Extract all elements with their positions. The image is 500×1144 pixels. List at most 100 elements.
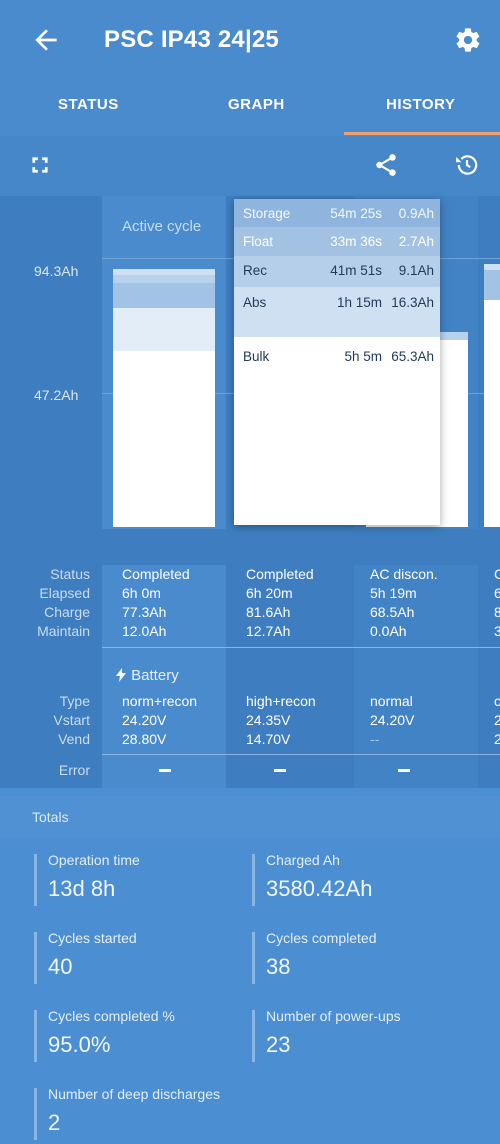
bar-segment-bulk xyxy=(484,300,500,527)
phase-breakdown-popup[interactable]: Storage 54m 25s 0.9Ah Float 33m 36s 2.7A… xyxy=(234,199,440,525)
history-icon[interactable] xyxy=(454,152,480,178)
bar-segment-abs xyxy=(113,308,215,351)
cycle-maintain: 12.0Ah xyxy=(122,623,167,639)
phase-name: Abs xyxy=(243,295,267,310)
cycle-status: Completed xyxy=(122,566,190,582)
row-label-error: Error xyxy=(58,762,90,778)
phase-name: Bulk xyxy=(243,349,270,364)
tab-graph[interactable]: GRAPH xyxy=(228,96,285,113)
cycle-charge: 81.6Ah xyxy=(246,604,291,620)
stat-label: Charged Ah xyxy=(266,852,340,868)
totals-title: Totals xyxy=(32,809,69,825)
battery-section-header: Battery xyxy=(115,667,179,684)
tab-bar: STATUS GRAPH HISTORY xyxy=(0,84,500,136)
phase-name: Rec xyxy=(243,263,268,278)
bar-segment-bulk xyxy=(113,351,215,527)
cycle-bar[interactable] xyxy=(484,264,500,527)
phase-name: Storage xyxy=(243,206,291,221)
totals-panel: Operation time 13d 8h Charged Ah 3580.42… xyxy=(0,838,500,1144)
phase-row-rec: Rec 41m 51s 9.1Ah xyxy=(234,256,440,287)
lightning-icon xyxy=(116,668,126,682)
cycle-status: AC discon. xyxy=(370,566,438,582)
tab-status[interactable]: STATUS xyxy=(58,96,119,113)
page-title: PSC IP43 24|25 xyxy=(104,26,279,53)
battery-vend: -- xyxy=(370,731,380,747)
error-none xyxy=(274,769,286,772)
cycle-charge: 68.5Ah xyxy=(370,604,415,620)
stat-value: 13d 8h xyxy=(48,876,116,901)
battery-vend: 14.70V xyxy=(246,731,291,747)
stat-label: Cycles started xyxy=(48,930,137,946)
phase-duration: 5h 5m xyxy=(344,349,382,364)
battery-type: c xyxy=(494,693,500,709)
battery-label: Battery xyxy=(131,667,179,684)
battery-vstart: 24.20V xyxy=(122,712,167,728)
stat-label: Cycles completed xyxy=(266,930,377,946)
phase-row-float: Float 33m 36s 2.7Ah xyxy=(234,227,440,256)
cycle-details-table: Status Elapsed Charge Maintain Battery T… xyxy=(0,565,500,788)
battery-type: normal xyxy=(370,693,413,709)
section-divider xyxy=(102,647,500,648)
cycle-maintain: 0.0Ah xyxy=(370,623,407,639)
phase-duration: 1h 15m xyxy=(336,295,382,310)
phase-name: Float xyxy=(243,234,274,249)
cycle-maintain: 12.7Ah xyxy=(246,623,291,639)
cycle-elapsed: 6h 20m xyxy=(246,585,293,601)
phase-duration: 54m 25s xyxy=(330,206,382,221)
cycle-bar[interactable] xyxy=(113,269,215,527)
battery-vstart: 24.35V xyxy=(246,712,291,728)
stat-label: Cycles completed % xyxy=(48,1008,175,1024)
stat-label: Operation time xyxy=(48,852,140,868)
totals-header: Totals xyxy=(0,796,500,838)
bar-segment-rec xyxy=(113,283,215,308)
phase-charge: 2.7Ah xyxy=(398,234,434,249)
battery-vend: 28.80V xyxy=(122,731,167,747)
row-label-type: Type xyxy=(59,693,90,709)
gear-icon[interactable] xyxy=(454,26,482,54)
tab-history[interactable]: HISTORY xyxy=(386,96,455,113)
phase-charge: 16.3Ah xyxy=(391,295,434,310)
cycle-elapsed: 6h 0m xyxy=(122,585,161,601)
cycle-charge: 8 xyxy=(494,604,500,620)
cycle-status: Completed xyxy=(246,566,314,582)
cycle-status: C xyxy=(494,566,500,582)
stat-label: Number of power-ups xyxy=(266,1008,401,1024)
battery-type: norm+recon xyxy=(122,693,198,709)
active-tab-indicator xyxy=(344,132,500,135)
y-tick-label: 94.3Ah xyxy=(34,263,79,279)
cycle-elapsed: 5h 19m xyxy=(370,585,417,601)
row-label-elapsed: Elapsed xyxy=(39,585,90,601)
battery-vstart: 2 xyxy=(494,712,500,728)
stat-accent-bar xyxy=(252,854,255,906)
cycle-maintain: 3 xyxy=(494,623,500,639)
phase-duration: 33m 36s xyxy=(330,234,382,249)
phase-charge: 9.1Ah xyxy=(398,263,434,278)
stat-accent-bar xyxy=(252,1010,255,1062)
arrow-back-icon[interactable] xyxy=(30,24,62,56)
stat-accent-bar xyxy=(34,1088,37,1140)
phase-duration: 41m 51s xyxy=(330,263,382,278)
row-label-charge: Charge xyxy=(44,604,90,620)
phase-row-storage: Storage 54m 25s 0.9Ah xyxy=(234,199,440,227)
row-label-vstart: Vstart xyxy=(53,712,90,728)
error-none xyxy=(159,769,171,772)
share-icon[interactable] xyxy=(373,152,399,178)
phase-charge: 0.9Ah xyxy=(398,206,434,221)
stat-value: 2 xyxy=(48,1110,61,1135)
stat-label: Number of deep discharges xyxy=(48,1086,220,1102)
section-divider xyxy=(102,754,500,755)
stat-value: 40 xyxy=(48,954,73,979)
phase-row-abs: Abs 1h 15m 16.3Ah xyxy=(234,287,440,337)
battery-vstart: 24.20V xyxy=(370,712,415,728)
phase-row-bulk: Bulk 5h 5m 65.3Ah xyxy=(234,337,440,525)
battery-type: high+recon xyxy=(246,693,316,709)
bar-segment-float xyxy=(113,275,215,283)
stat-accent-bar xyxy=(34,854,37,906)
battery-vend: 2 xyxy=(494,731,500,747)
app-bar: PSC IP43 24|25 xyxy=(0,0,500,84)
fullscreen-icon[interactable] xyxy=(27,152,53,178)
error-none xyxy=(398,769,410,772)
stat-value: 3580.42Ah xyxy=(266,876,373,901)
stat-accent-bar xyxy=(34,1010,37,1062)
bar-segment-rec xyxy=(484,270,500,300)
